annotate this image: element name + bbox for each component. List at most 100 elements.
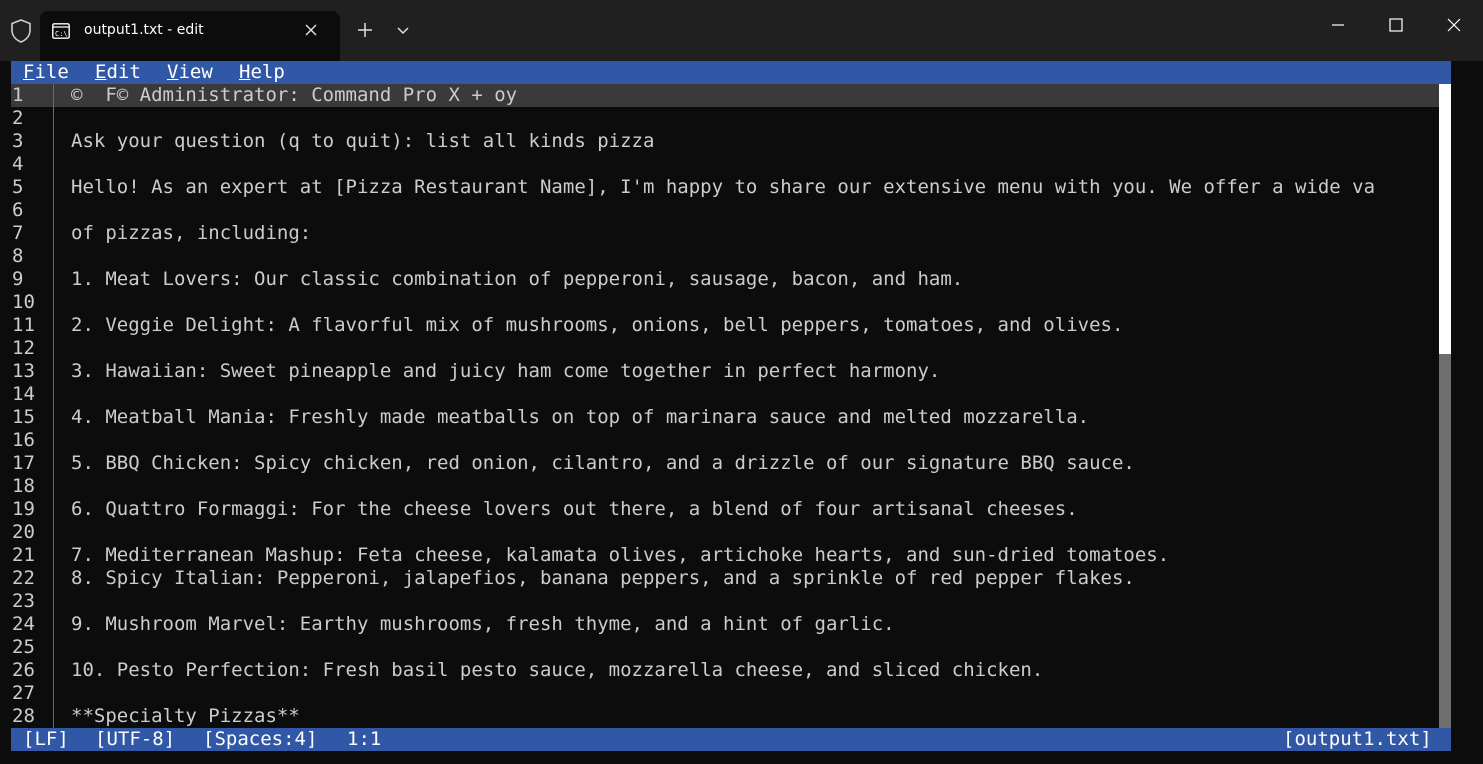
editor-line[interactable]: 9 1. Meat Lovers: Our classic combination… (11, 268, 1439, 291)
line-number: 27 (12, 682, 35, 704)
editor-line[interactable]: 28 **Specialty Pizzas** (11, 705, 1439, 728)
line-text[interactable]: 5. BBQ Chicken: Spicy chicken, red onion… (71, 452, 1439, 475)
terminal-window: C:\ output1.txt - edit File Edit View He… (0, 0, 1483, 764)
editor-line[interactable]: 7 of pizzas, including: (11, 222, 1439, 245)
line-number: 14 (12, 383, 35, 405)
status-filename: [output1.txt] (1283, 728, 1432, 750)
editor-line[interactable]: 20 (11, 521, 1439, 544)
editor-line[interactable]: 23 (11, 590, 1439, 613)
line-number: 22 (12, 567, 35, 589)
editor-line[interactable]: 13 3. Hawaiian: Sweet pineapple and juicy… (11, 360, 1439, 383)
line-text[interactable]: 1. Meat Lovers: Our classic combination … (71, 268, 1439, 291)
line-number: 9 (12, 268, 24, 290)
line-number: 24 (12, 613, 35, 635)
editor-line[interactable]: 27 (11, 682, 1439, 705)
line-number: 6 (12, 199, 24, 221)
line-number: 8 (12, 245, 24, 267)
line-text[interactable]: 2. Veggie Delight: A flavorful mix of mu… (71, 314, 1439, 337)
line-text[interactable]: 4. Meatball Mania: Freshly made meatball… (71, 406, 1439, 429)
editor-line[interactable]: 4 (11, 153, 1439, 176)
line-number: 21 (12, 544, 35, 566)
status-bar: [LF] [UTF-8] [Spaces:4] 1:1 [output1.txt… (11, 728, 1451, 751)
editor-line[interactable]: 19 6. Quattro Formaggi: For the cheese lo… (11, 498, 1439, 521)
status-encoding[interactable]: [UTF-8] (95, 728, 175, 751)
editor-line[interactable]: 25 (11, 636, 1439, 659)
line-number: 23 (12, 590, 35, 612)
editor-line[interactable]: 26 10. Pesto Perfection: Fresh basil pest… (11, 659, 1439, 682)
line-number: 13 (12, 360, 35, 382)
editor: File Edit View Help 1 © F© Administrator:… (11, 61, 1451, 753)
status-cursor-position: 1:1 (347, 728, 382, 750)
editor-line[interactable]: 8 (11, 245, 1439, 268)
editor-line[interactable]: 22 8. Spicy Italian: Pepperoni, jalapefio… (11, 567, 1439, 590)
line-text[interactable]: 7. Mediterranean Mashup: Feta cheese, ka… (71, 544, 1439, 567)
status-line-ending[interactable]: [LF] (23, 728, 69, 751)
editor-line[interactable]: 14 (11, 383, 1439, 406)
editor-line[interactable]: 10 (11, 291, 1439, 314)
editor-line[interactable]: 17 5. BBQ Chicken: Spicy chicken, red oni… (11, 452, 1439, 475)
line-number: 25 (12, 636, 35, 658)
line-number: 26 (12, 659, 35, 681)
line-text[interactable]: Ask your question (q to quit): list all … (71, 130, 1439, 153)
chevron-down-icon[interactable] (394, 21, 412, 39)
maximize-icon (1389, 18, 1403, 32)
gutter-separator (53, 84, 54, 728)
close-window-button[interactable] (1425, 0, 1483, 50)
line-number: 18 (12, 475, 35, 497)
line-number: 19 (12, 498, 35, 520)
tab-title: output1.txt - edit (84, 22, 204, 38)
line-text[interactable]: 9. Mushroom Marvel: Earthy mushrooms, fr… (71, 613, 1439, 636)
line-number: 16 (12, 429, 35, 451)
line-number: 12 (12, 337, 35, 359)
line-text[interactable]: 3. Hawaiian: Sweet pineapple and juicy h… (71, 360, 1439, 383)
editor-line[interactable]: 16 (11, 429, 1439, 452)
line-text[interactable]: Hello! As an expert at [Pizza Restaurant… (71, 176, 1439, 199)
editor-line[interactable]: 21 7. Mediterranean Mashup: Feta cheese, … (11, 544, 1439, 567)
line-number: 3 (12, 130, 24, 152)
minimize-icon (1332, 24, 1344, 26)
line-number: 1 (12, 84, 24, 106)
line-text[interactable]: of pizzas, including: (71, 222, 1439, 245)
scrollbar-thumb[interactable] (1439, 84, 1451, 354)
editor-line[interactable]: 5 Hello! As an expert at [Pizza Restauran… (11, 176, 1439, 199)
line-number: 15 (12, 406, 35, 428)
status-indent[interactable]: [Spaces:4] (203, 728, 317, 751)
editor-line[interactable]: 11 2. Veggie Delight: A flavorful mix of … (11, 314, 1439, 337)
editor-line[interactable]: 15 4. Meatball Mania: Freshly made meatba… (11, 406, 1439, 429)
menu-view[interactable]: View (167, 61, 213, 84)
plus-icon[interactable] (354, 19, 376, 41)
menu-edit[interactable]: Edit (95, 61, 141, 84)
tab-output1[interactable]: C:\ output1.txt - edit (40, 11, 340, 61)
editor-line[interactable]: 12 (11, 337, 1439, 360)
line-number: 28 (12, 705, 35, 727)
terminal-icon: C:\ (52, 23, 70, 39)
line-number: 10 (12, 291, 35, 313)
line-text[interactable]: 10. Pesto Perfection: Fresh basil pesto … (71, 659, 1439, 682)
maximize-button[interactable] (1367, 0, 1425, 50)
line-number: 7 (12, 222, 24, 244)
line-number: 5 (12, 176, 24, 198)
line-text[interactable]: **Specialty Pizzas** (71, 705, 1439, 728)
line-number: 20 (12, 521, 35, 543)
line-text[interactable]: 6. Quattro Formaggi: For the cheese love… (71, 498, 1439, 521)
editor-line[interactable]: 2 (11, 107, 1439, 130)
shield-icon (9, 18, 33, 44)
close-icon[interactable] (303, 22, 319, 38)
line-number: 2 (12, 107, 24, 129)
editor-line[interactable]: 3 Ask your question (q to quit): list all… (11, 130, 1439, 153)
line-text[interactable]: 8. Spicy Italian: Pepperoni, jalapefios,… (71, 567, 1439, 590)
menu-file[interactable]: File (23, 61, 69, 84)
editor-line[interactable]: 18 (11, 475, 1439, 498)
line-number: 11 (12, 314, 35, 336)
line-text[interactable]: © F© Administrator: Command Pro X + oy (71, 84, 1439, 107)
minimize-button[interactable] (1309, 0, 1367, 50)
editor-line[interactable]: 1 © F© Administrator: Command Pro X + oy (11, 84, 1439, 107)
text-area[interactable]: 1 © F© Administrator: Command Pro X + oy 2… (11, 84, 1451, 728)
svg-text:C:\: C:\ (55, 30, 68, 38)
menu-help[interactable]: Help (239, 61, 285, 84)
close-window-icon (1447, 18, 1461, 32)
editor-line[interactable]: 24 9. Mushroom Marvel: Earthy mushrooms, … (11, 613, 1439, 636)
vertical-scrollbar[interactable] (1439, 84, 1451, 728)
line-number: 4 (12, 153, 24, 175)
editor-line[interactable]: 6 (11, 199, 1439, 222)
